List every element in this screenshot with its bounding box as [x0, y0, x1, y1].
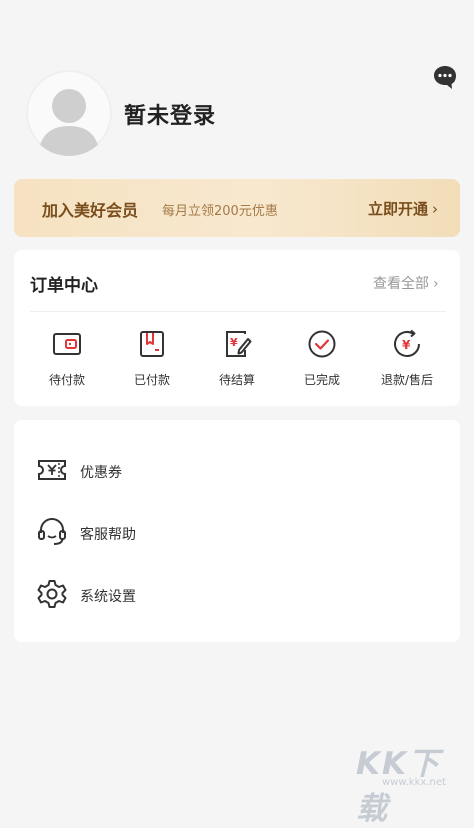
receipt-icon — [140, 331, 164, 357]
menu-item-label: 客服帮助 — [80, 527, 136, 543]
order-tab-pending-payment[interactable]: 待付款 — [27, 328, 107, 388]
order-tab-label: 已付款 — [133, 373, 170, 387]
message-icon[interactable] — [432, 64, 458, 90]
avatar[interactable] — [26, 70, 112, 156]
member-banner[interactable]: 加入美好会员 每月立领200元优惠 立即开通 › — [14, 179, 460, 237]
order-tab-label: 待结算 — [218, 373, 255, 387]
divider — [30, 311, 446, 312]
menu-item-system-settings[interactable]: 系统设置 — [36, 578, 436, 614]
svg-text:¥: ¥ — [230, 336, 238, 349]
avatar-placeholder-icon — [38, 89, 100, 156]
member-open-button[interactable]: 立即开通 › — [368, 198, 438, 219]
order-tab-label: 已完成 — [303, 373, 340, 387]
settings-gear-icon — [37, 580, 67, 608]
svg-text:¥: ¥ — [402, 338, 411, 352]
menu-item-coupons[interactable]: 优惠券 — [36, 454, 436, 490]
wallet-icon — [53, 333, 81, 355]
menu-item-label: 优惠券 — [80, 465, 122, 481]
check-circle-icon — [308, 330, 336, 358]
yuan-edit-icon: ¥ — [226, 331, 252, 357]
order-tab-label: 待付款 — [48, 373, 85, 387]
order-tab-label: 退款/售后 — [380, 373, 434, 387]
view-all-orders-link[interactable]: 查看全部 › — [373, 273, 439, 293]
coupon-icon — [38, 460, 66, 480]
order-tab-paid[interactable]: 已付款 — [112, 328, 192, 388]
order-center-title: 订单中心 — [30, 276, 98, 296]
order-tab-refund[interactable]: ¥ 退款/售后 — [367, 328, 447, 388]
menu-item-customer-service[interactable]: 客服帮助 — [36, 516, 436, 552]
chevron-right-icon: › — [433, 276, 439, 292]
watermark-url: www.kkx.net — [382, 777, 446, 788]
login-status[interactable]: 暂未登录 — [124, 98, 216, 130]
member-subtitle: 每月立领200元优惠 — [162, 204, 278, 219]
chevron-right-icon: › — [432, 200, 438, 218]
member-title: 加入美好会员 — [42, 201, 139, 220]
member-open-label: 立即开通 — [367, 200, 428, 218]
order-tab-to-settle[interactable]: ¥ 待结算 — [197, 328, 277, 388]
refund-icon: ¥ — [394, 329, 420, 357]
menu-item-label: 系统设置 — [80, 589, 136, 605]
order-tab-completed[interactable]: 已完成 — [282, 328, 362, 388]
view-all-label: 查看全部 — [373, 276, 429, 292]
headset-icon — [38, 518, 66, 545]
